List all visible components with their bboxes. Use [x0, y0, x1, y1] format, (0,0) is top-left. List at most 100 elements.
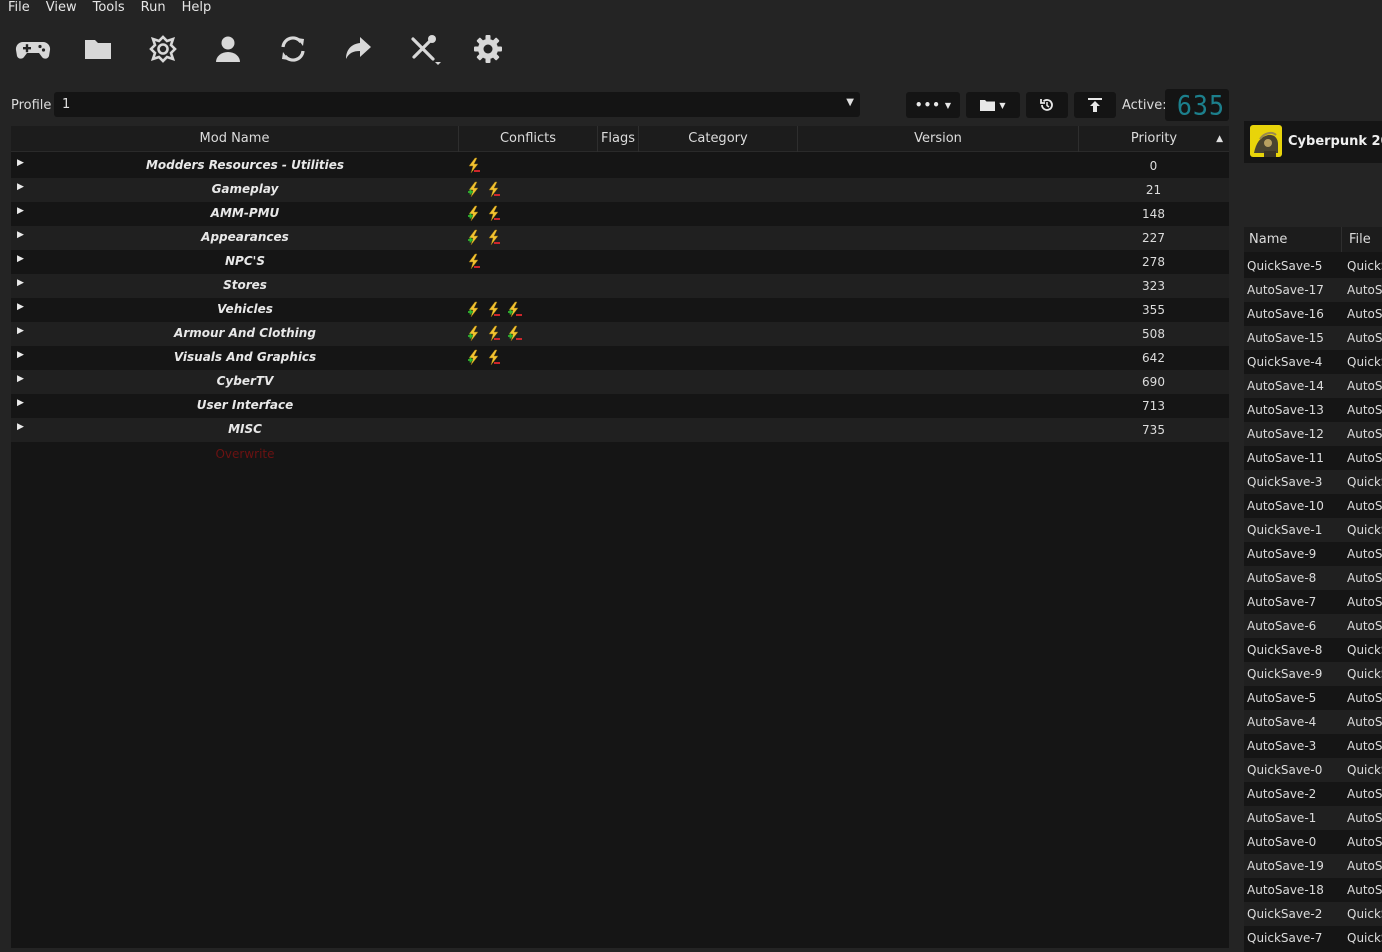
column-flags[interactable]: Flags: [598, 126, 639, 152]
save-name: QuickSave-0: [1247, 763, 1323, 777]
overwrite-row[interactable]: Overwrite: [31, 447, 459, 461]
settings-icon[interactable]: [466, 26, 510, 72]
expand-arrow-icon[interactable]: ▶: [17, 350, 24, 360]
mod-row[interactable]: ▶ Stores 323: [11, 274, 1229, 298]
save-row[interactable]: QuickSave-2 QuickS: [1244, 902, 1382, 926]
menu-file[interactable]: File: [0, 0, 38, 16]
column-category[interactable]: Category: [639, 126, 798, 152]
expand-arrow-icon[interactable]: ▶: [17, 302, 24, 312]
column-conflicts[interactable]: Conflicts: [459, 126, 598, 152]
menu-help[interactable]: Help: [174, 0, 220, 16]
expand-arrow-icon[interactable]: ▶: [17, 254, 24, 264]
game-selector[interactable]: Cyberpunk 2077: [1244, 121, 1382, 163]
save-row[interactable]: AutoSave-17 AutoS: [1244, 278, 1382, 302]
mod-list: Mod Name Conflicts Flags Category Versio…: [11, 126, 1229, 948]
save-row[interactable]: QuickSave-3 QuickS: [1244, 470, 1382, 494]
tools-icon[interactable]: [401, 26, 445, 72]
save-row[interactable]: QuickSave-9 QuickS: [1244, 662, 1382, 686]
redirect-icon[interactable]: [336, 26, 380, 72]
save-row[interactable]: AutoSave-4 AutoS: [1244, 710, 1382, 734]
mod-name: Vehicles: [217, 302, 273, 316]
mod-row[interactable]: ▶ Visuals And Graphics 642: [11, 346, 1229, 370]
profile-icon[interactable]: [206, 26, 250, 72]
save-row[interactable]: AutoSave-9 AutoS: [1244, 542, 1382, 566]
conflict-flags: [466, 325, 522, 343]
conflict-overwritten-icon: [486, 205, 502, 223]
save-row[interactable]: AutoSave-15 AutoS: [1244, 326, 1382, 350]
mod-row[interactable]: ▶ Gameplay 21: [11, 178, 1229, 202]
save-row[interactable]: AutoSave-5 AutoS: [1244, 686, 1382, 710]
save-row[interactable]: QuickSave-8 QuickS: [1244, 638, 1382, 662]
mod-name: Modders Resources - Utilities: [145, 158, 345, 172]
save-row[interactable]: AutoSave-12 AutoS: [1244, 422, 1382, 446]
backup-button[interactable]: [1074, 92, 1116, 118]
menu-tools[interactable]: Tools: [85, 0, 133, 16]
chevron-down-icon: ▼: [999, 100, 1006, 110]
expand-arrow-icon[interactable]: ▶: [17, 206, 24, 216]
folder-icon[interactable]: [76, 26, 120, 72]
mod-row[interactable]: ▶ MISC 735: [11, 418, 1229, 442]
mod-priority: 0: [1149, 159, 1158, 173]
save-row[interactable]: QuickSave-4 QuickS: [1244, 350, 1382, 374]
refresh-icon[interactable]: [271, 26, 315, 72]
save-row[interactable]: AutoSave-0 AutoS: [1244, 830, 1382, 854]
toolbar: [0, 26, 600, 72]
conflict-flags: [466, 205, 502, 223]
save-row[interactable]: AutoSave-6 AutoS: [1244, 614, 1382, 638]
save-name: AutoSave-9: [1247, 547, 1317, 561]
conflict-mixed-icon: [506, 301, 522, 319]
mod-row[interactable]: ▶ Vehicles 355: [11, 298, 1229, 322]
mod-row[interactable]: ▶ User Interface 713: [11, 394, 1229, 418]
save-row[interactable]: AutoSave-14 AutoS: [1244, 374, 1382, 398]
menu-bar: File View Tools Run Help: [0, 0, 1382, 16]
open-folder-button[interactable]: ▼: [966, 92, 1020, 118]
save-row[interactable]: AutoSave-10 AutoS: [1244, 494, 1382, 518]
mod-name: CyberTV: [216, 374, 274, 388]
nexus-icon[interactable]: [141, 26, 185, 72]
save-row[interactable]: QuickSave-0 QuickS: [1244, 758, 1382, 782]
save-row[interactable]: AutoSave-19 AutoS: [1244, 854, 1382, 878]
save-row[interactable]: AutoSave-3 AutoS: [1244, 734, 1382, 758]
save-row[interactable]: AutoSave-18 AutoS: [1244, 878, 1382, 902]
save-row[interactable]: AutoSave-2 AutoS: [1244, 782, 1382, 806]
save-row[interactable]: AutoSave-8 AutoS: [1244, 566, 1382, 590]
save-row[interactable]: AutoSave-7 AutoS: [1244, 590, 1382, 614]
menu-view[interactable]: View: [38, 0, 85, 16]
conflict-overwritten-icon: [486, 229, 502, 247]
expand-arrow-icon[interactable]: ▶: [17, 230, 24, 240]
column-version[interactable]: Version: [798, 126, 1079, 152]
save-row[interactable]: QuickSave-1 QuickS: [1244, 518, 1382, 542]
save-row[interactable]: QuickSave-5 QuickS: [1244, 254, 1382, 278]
save-row[interactable]: AutoSave-1 AutoS: [1244, 806, 1382, 830]
save-row[interactable]: AutoSave-13 AutoS: [1244, 398, 1382, 422]
save-row[interactable]: QuickSave-7 QuickS: [1244, 926, 1382, 950]
save-name: AutoSave-8: [1247, 571, 1317, 585]
profile-select[interactable]: 1 ▼: [54, 92, 860, 117]
expand-arrow-icon[interactable]: ▶: [17, 326, 24, 336]
save-row[interactable]: AutoSave-16 AutoS: [1244, 302, 1382, 326]
mod-row[interactable]: ▶ Armour And Clothing 508: [11, 322, 1229, 346]
expand-arrow-icon[interactable]: ▶: [17, 182, 24, 192]
expand-arrow-icon[interactable]: ▶: [17, 374, 24, 384]
mod-row[interactable]: ▶ Modders Resources - Utilities 0: [11, 154, 1229, 178]
expand-arrow-icon[interactable]: ▶: [17, 158, 24, 168]
column-priority[interactable]: Priority ▲: [1079, 126, 1229, 152]
mod-row[interactable]: ▶ Appearances 227: [11, 226, 1229, 250]
expand-arrow-icon[interactable]: ▶: [17, 278, 24, 288]
column-save-file[interactable]: File: [1349, 232, 1371, 247]
gamepad-icon[interactable]: [11, 26, 55, 72]
mod-row[interactable]: ▶ NPC'S 278: [11, 250, 1229, 274]
save-name: AutoSave-1: [1247, 811, 1317, 825]
expand-arrow-icon[interactable]: ▶: [17, 422, 24, 432]
save-row[interactable]: AutoSave-11 AutoS: [1244, 446, 1382, 470]
mod-priority: 690: [1142, 375, 1165, 389]
column-mod-name[interactable]: Mod Name: [11, 126, 459, 152]
menu-run[interactable]: Run: [133, 0, 174, 16]
mod-row[interactable]: ▶ AMM-PMU 148: [11, 202, 1229, 226]
upload-icon: [1088, 98, 1102, 112]
column-save-name[interactable]: Name: [1249, 232, 1287, 247]
more-options-button[interactable]: ••• ▼: [906, 92, 960, 118]
expand-arrow-icon[interactable]: ▶: [17, 398, 24, 408]
mod-row[interactable]: ▶ CyberTV 690: [11, 370, 1229, 394]
restore-backup-button[interactable]: [1026, 92, 1068, 118]
